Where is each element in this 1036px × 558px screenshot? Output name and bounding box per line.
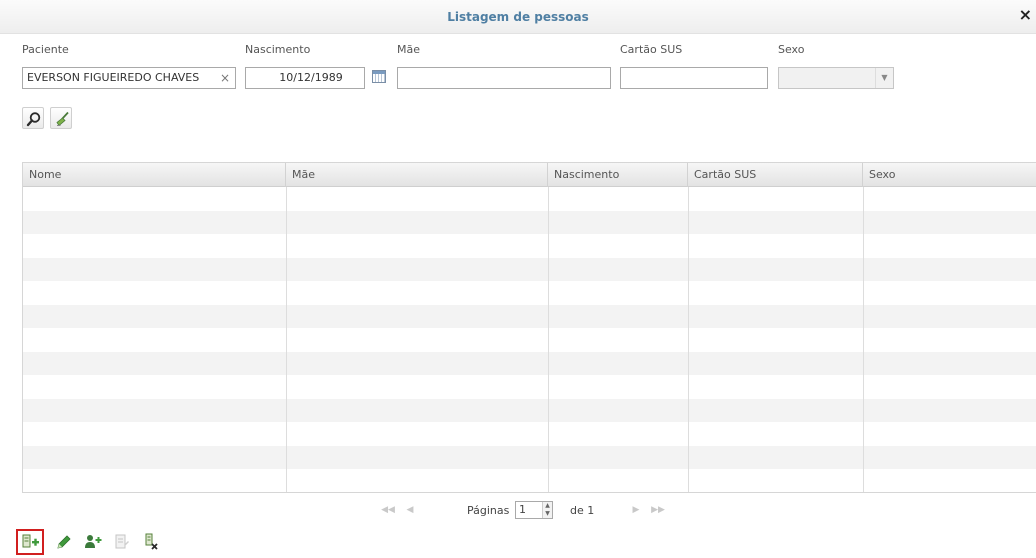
- column-divider: [286, 187, 287, 492]
- paciente-label: Paciente: [22, 43, 69, 56]
- search-button[interactable]: [22, 107, 44, 129]
- grid-header: Nome Mãe Nascimento Cartão SUS Sexo: [23, 163, 1036, 187]
- page-number-input[interactable]: 1 ▲ ▼: [515, 501, 553, 519]
- sexo-select[interactable]: ▼: [778, 67, 894, 89]
- chevron-down-icon[interactable]: ▼: [875, 68, 893, 88]
- column-divider: [548, 187, 549, 492]
- spin-down-icon[interactable]: ▼: [543, 510, 552, 518]
- table-row: [23, 469, 1036, 492]
- mae-input[interactable]: [397, 67, 611, 89]
- table-row: [23, 234, 1036, 258]
- table-row: [23, 281, 1036, 305]
- col-header-nascimento[interactable]: Nascimento: [548, 163, 688, 187]
- title-bar: Listagem de pessoas ×: [0, 0, 1036, 34]
- view-record-button[interactable]: [111, 531, 133, 553]
- last-page-icon[interactable]: ▶▶: [650, 503, 666, 517]
- clear-filters-button[interactable]: [50, 107, 72, 129]
- next-page-icon[interactable]: ▶: [628, 503, 644, 517]
- calendar-icon[interactable]: [372, 70, 386, 83]
- delete-record-icon: [145, 533, 158, 550]
- edit-icon: [57, 535, 71, 549]
- nascimento-input[interactable]: 10/12/1989: [245, 67, 365, 89]
- add-user-button[interactable]: [82, 531, 104, 553]
- add-record-button[interactable]: [16, 529, 44, 555]
- cartao-sus-input[interactable]: [620, 67, 768, 89]
- nascimento-label: Nascimento: [245, 43, 311, 56]
- table-row: [23, 422, 1036, 446]
- nascimento-value: 10/12/1989: [279, 71, 343, 84]
- table-row: [23, 445, 1036, 469]
- table-row: [23, 328, 1036, 352]
- page-spinner[interactable]: ▲ ▼: [542, 502, 552, 518]
- grid-body: [23, 187, 1036, 492]
- table-row: [23, 210, 1036, 234]
- table-row: [23, 257, 1036, 281]
- col-header-nome[interactable]: Nome: [23, 163, 286, 187]
- table-row: [23, 398, 1036, 422]
- col-header-sexo[interactable]: Sexo: [863, 163, 1036, 187]
- close-icon[interactable]: ×: [1019, 7, 1032, 23]
- sexo-label: Sexo: [778, 43, 805, 56]
- col-header-cartao-sus[interactable]: Cartão SUS: [688, 163, 863, 187]
- broom-icon: [56, 111, 69, 127]
- pages-label: Páginas: [467, 504, 510, 517]
- add-user-icon: [85, 535, 102, 548]
- prev-page-icon[interactable]: ◀: [402, 503, 418, 517]
- search-icon: [26, 112, 41, 127]
- column-divider: [863, 187, 864, 492]
- mae-label: Mãe: [397, 43, 420, 56]
- table-row: [23, 351, 1036, 375]
- paciente-value: EVERSON FIGUEIREDO CHAVES: [27, 71, 200, 84]
- col-header-mae[interactable]: Mãe: [286, 163, 548, 187]
- table-row: [23, 304, 1036, 328]
- results-grid: Nome Mãe Nascimento Cartão SUS Sexo: [22, 162, 1036, 493]
- column-divider: [688, 187, 689, 492]
- pager: ◀◀ ◀ Páginas 1 ▲ ▼ de 1 ▶ ▶▶: [0, 498, 1036, 522]
- cartao-sus-label: Cartão SUS: [620, 43, 683, 56]
- delete-record-button[interactable]: [140, 531, 162, 553]
- add-record-icon: [22, 534, 39, 548]
- page-count-label: de 1: [570, 504, 595, 517]
- edit-button[interactable]: [53, 531, 75, 553]
- first-page-icon[interactable]: ◀◀: [380, 503, 396, 517]
- paciente-input[interactable]: EVERSON FIGUEIREDO CHAVES ×: [22, 67, 236, 89]
- page-number-value: 1: [519, 503, 526, 516]
- table-row: [23, 375, 1036, 399]
- clear-paciente-icon[interactable]: ×: [220, 68, 230, 88]
- view-record-icon: [115, 534, 129, 549]
- window-title: Listagem de pessoas: [447, 10, 589, 24]
- spin-up-icon[interactable]: ▲: [543, 502, 552, 510]
- table-row: [23, 187, 1036, 211]
- table-row: [23, 493, 1036, 494]
